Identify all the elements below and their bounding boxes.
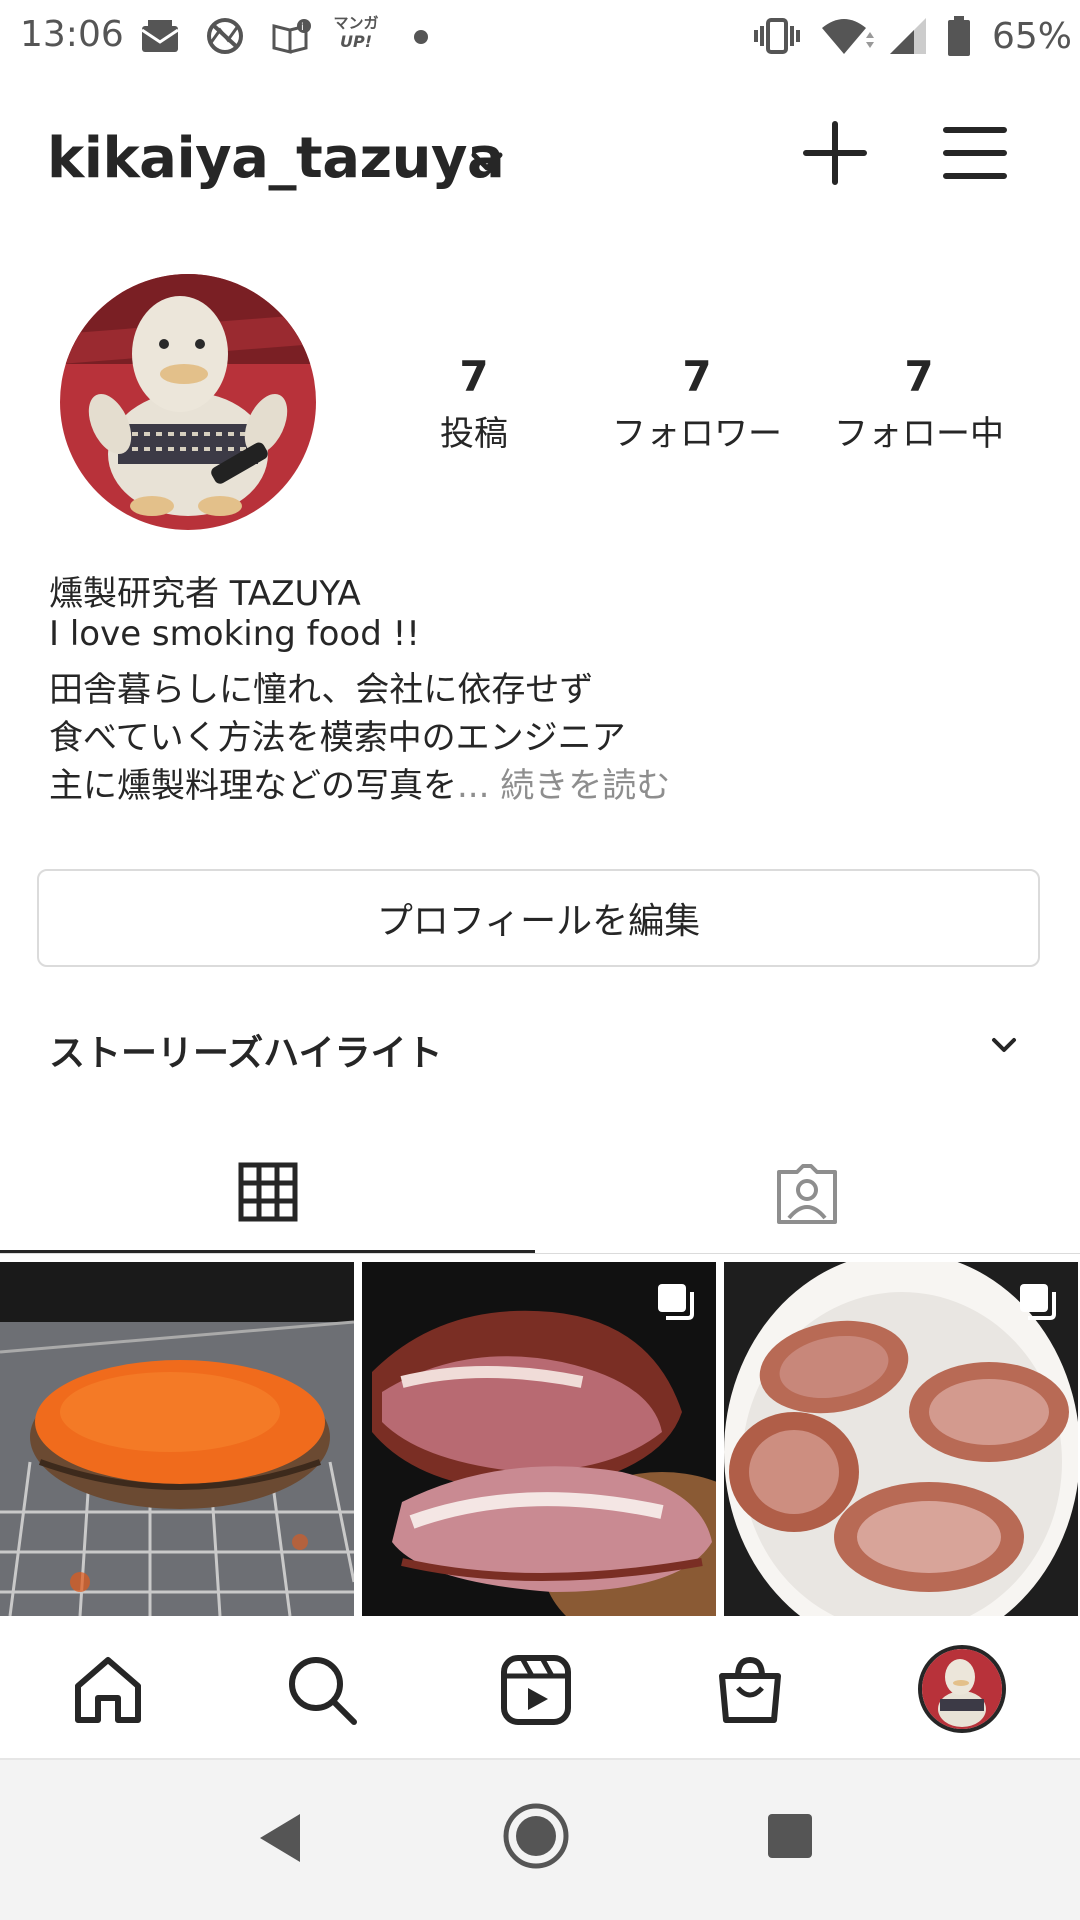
- following-count[interactable]: 7: [799, 352, 1039, 401]
- search-icon[interactable]: [284, 1652, 360, 1728]
- vibrate-icon: [754, 18, 800, 54]
- post-thumbnail[interactable]: [362, 1262, 716, 1616]
- svg-text:i: i: [301, 22, 304, 33]
- shop-icon[interactable]: [712, 1652, 788, 1728]
- profile-avatar[interactable]: [918, 1645, 1006, 1733]
- bio-line-3: 食べていく方法を模索中のエンジニア: [49, 718, 626, 758]
- plus-icon[interactable]: [800, 118, 870, 188]
- reels-icon[interactable]: [498, 1652, 574, 1728]
- multiple-photos-icon: [1020, 1284, 1056, 1320]
- following-label[interactable]: フォロー中: [799, 406, 1039, 455]
- battery-icon: [948, 16, 970, 56]
- dot-icon: [414, 30, 428, 44]
- bio-ellipsis: ...: [457, 766, 490, 806]
- wifi-icon: [822, 19, 874, 54]
- manga-up-icon: マンガ UP!: [333, 14, 379, 51]
- followers-label[interactable]: フォロワー: [577, 406, 817, 455]
- status-time: 13:06: [20, 14, 124, 55]
- profile-avatar[interactable]: [60, 274, 316, 530]
- bio-name: 燻製研究者 TAZUYA: [49, 574, 361, 614]
- edit-profile-button[interactable]: プロフィールを編集: [37, 869, 1040, 967]
- grid-icon: [238, 1162, 298, 1222]
- tab-divider: [0, 1253, 1080, 1254]
- multiple-photos-icon: [658, 1284, 694, 1320]
- bio-line-4: 主に燻製料理などの写真を... 続きを読む: [49, 758, 670, 807]
- avatar-thumbnail: [922, 1649, 1002, 1729]
- recents-icon[interactable]: [766, 1812, 814, 1860]
- username-title[interactable]: kikaiya_tazuya: [47, 126, 505, 191]
- avatar-image: [60, 274, 316, 530]
- posts-label[interactable]: 投稿: [354, 406, 594, 455]
- back-icon[interactable]: [254, 1810, 306, 1866]
- post-thumbnail[interactable]: [0, 1262, 354, 1616]
- bio-line-4-text: 主に燻製料理などの写真を: [49, 766, 457, 806]
- story-highlights-title[interactable]: ストーリーズハイライト: [49, 1024, 442, 1076]
- mail-icon: [141, 20, 179, 52]
- tagged-person-icon: [777, 1164, 837, 1224]
- post-thumbnail[interactable]: [724, 1262, 1078, 1616]
- followers-count[interactable]: 7: [577, 352, 817, 401]
- posts-count[interactable]: 7: [354, 352, 594, 401]
- tab-grid[interactable]: [0, 1130, 535, 1254]
- bio-line-1: I love smoking food !!: [49, 614, 420, 654]
- news-icon: i: [272, 19, 311, 54]
- bio-line-2: 田舎暮らしに憧れ、会社に依存せず: [49, 670, 594, 710]
- home-icon[interactable]: [70, 1652, 146, 1728]
- post-image-smoked-roe: [0, 1262, 354, 1616]
- chevron-down-icon[interactable]: [470, 150, 504, 174]
- menu-icon[interactable]: [940, 122, 1010, 184]
- sync-icon: [207, 18, 243, 54]
- home-button-icon[interactable]: [500, 1800, 572, 1872]
- chevron-down-icon[interactable]: [990, 1036, 1018, 1056]
- tab-tagged[interactable]: [535, 1130, 1080, 1254]
- battery-percent: 65%: [992, 16, 1073, 57]
- status-bar: 13:06 i マンガ UP! 65%: [0, 0, 1080, 76]
- read-more-link[interactable]: 続きを読む: [500, 766, 670, 806]
- signal-icon: [890, 18, 926, 54]
